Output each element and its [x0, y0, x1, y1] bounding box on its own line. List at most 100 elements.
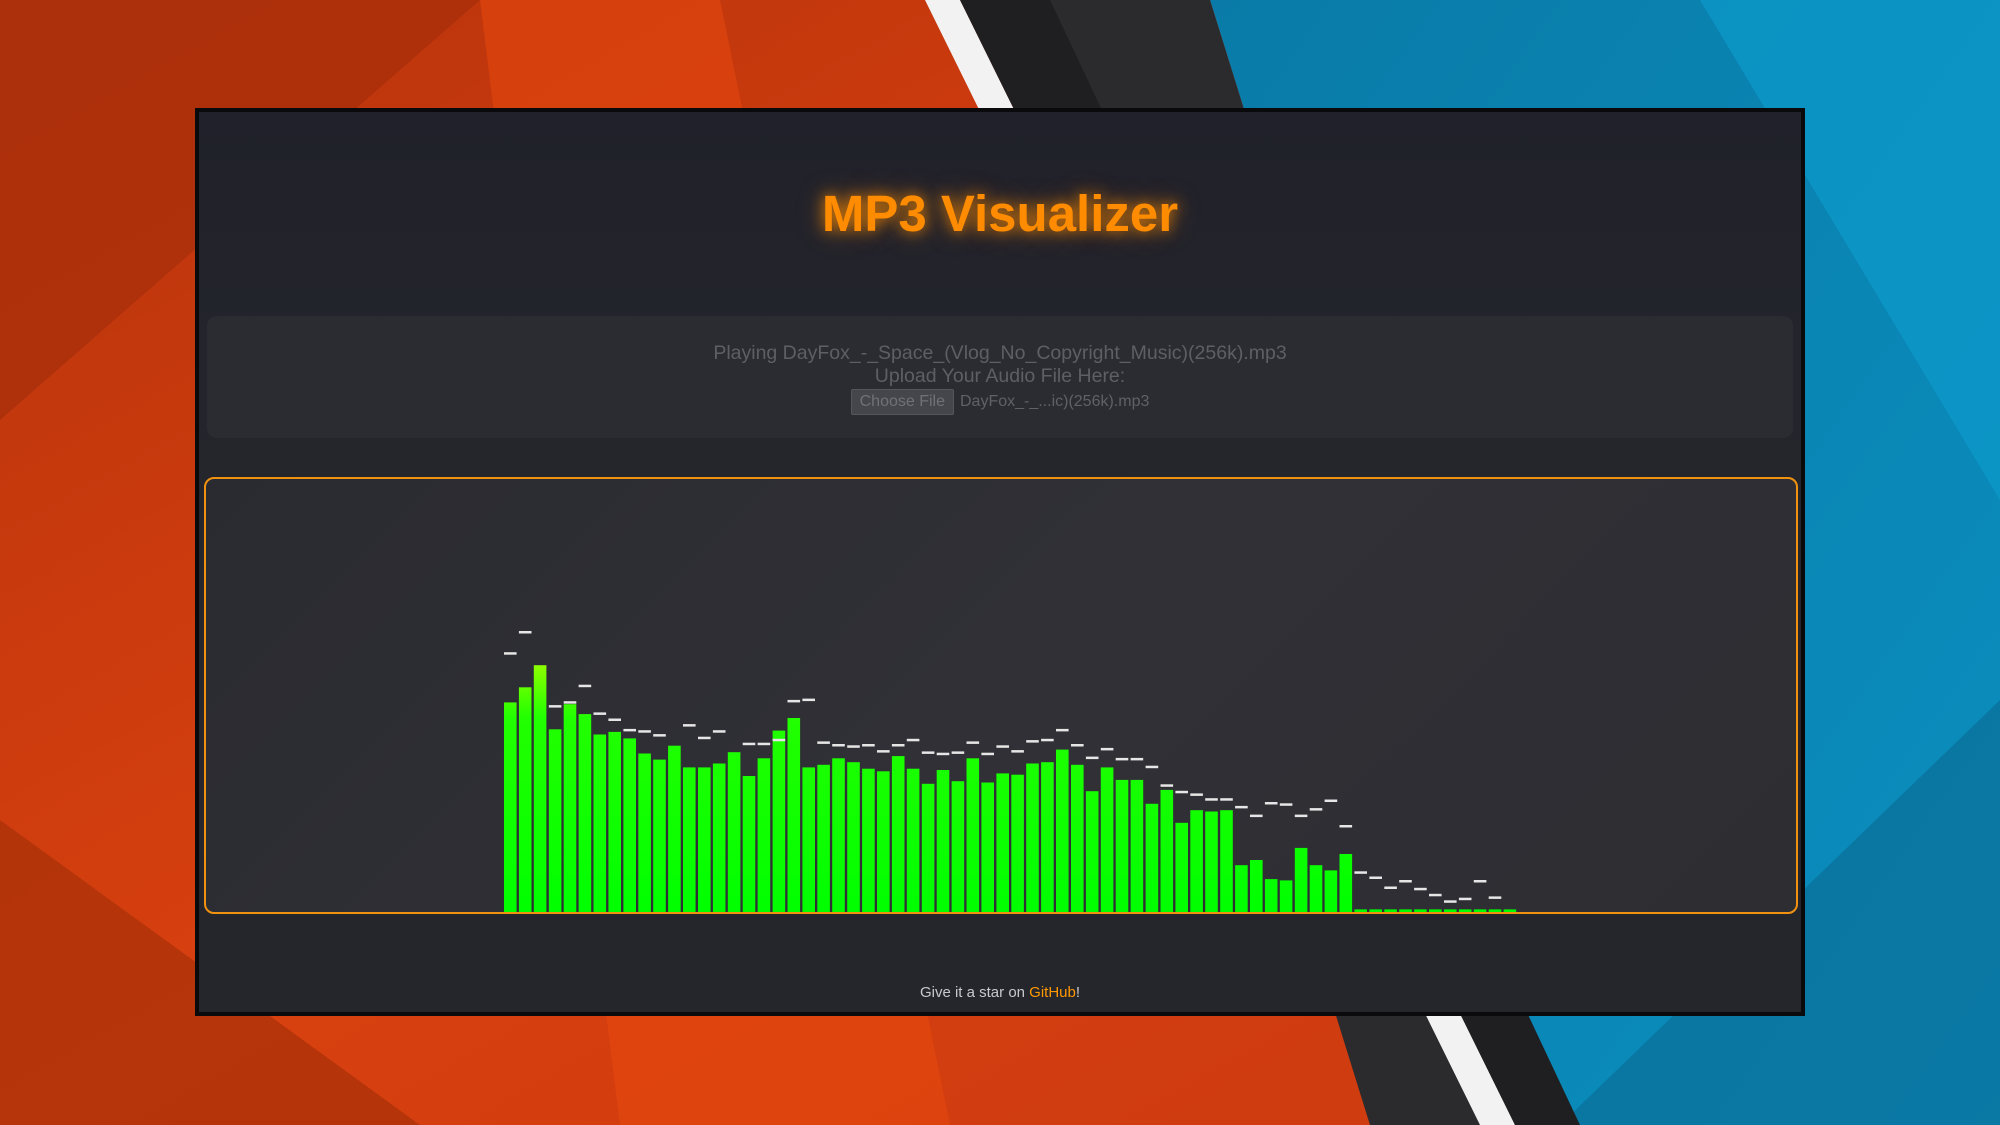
spectrum-peak-marker — [1369, 876, 1382, 879]
choose-file-button[interactable]: Choose File — [850, 389, 954, 415]
spectrum-peak-marker — [802, 698, 815, 702]
spectrum-peak-marker — [1190, 793, 1203, 796]
spectrum-bar — [906, 768, 920, 912]
app-title: MP3 Visualizer — [821, 185, 1179, 242]
spectrum-bar — [653, 759, 666, 912]
spectrum-peak-marker — [578, 684, 592, 688]
spectrum-bar — [1324, 870, 1338, 912]
github-link[interactable]: GitHub — [1029, 984, 1076, 1001]
spectrum-bar — [1294, 847, 1308, 912]
spectrum-peak-marker — [1444, 900, 1457, 903]
spectrum-bar — [847, 762, 860, 912]
selected-file-name: DayFox_-_...ic)(256k).mp3 — [959, 393, 1150, 410]
spectrum-peak-marker — [1175, 790, 1188, 794]
spectrum-peak-marker — [623, 728, 636, 732]
file-input[interactable]: Choose File DayFox_-_...ic)(256k).mp3 — [207, 389, 1793, 415]
spectrum-peak-marker — [1488, 896, 1502, 899]
spectrum-bar — [1130, 779, 1144, 912]
spectrum-peak-marker — [1473, 880, 1487, 883]
spectrum-bar — [817, 764, 830, 912]
spectrum-bar — [727, 752, 741, 912]
spectrum-bar — [623, 738, 636, 912]
spectrum-peak-marker — [1339, 825, 1353, 828]
spectrum-bar — [548, 729, 562, 912]
footer-suffix: ! — [1075, 984, 1081, 1001]
spectrum-bar — [772, 730, 786, 912]
spectrum-bar — [1085, 791, 1099, 912]
spectrum-peak-marker — [787, 699, 801, 703]
spectrum-peak-marker — [847, 745, 860, 748]
spectrum-peak-marker — [1160, 784, 1174, 787]
spectrum-bar — [1458, 909, 1472, 912]
spectrum-bar — [936, 770, 950, 912]
spectrum-peak-marker — [1384, 886, 1397, 889]
spectrum-peak-marker — [1011, 750, 1024, 753]
spectrum-peak-marker — [772, 738, 786, 742]
spectrum-peak-marker — [1250, 814, 1263, 818]
spectrum-bar — [1175, 822, 1188, 912]
spectrum-bar — [608, 731, 621, 912]
spectrum-peak-marker — [862, 744, 875, 747]
spectrum-peak-marker — [712, 730, 726, 733]
spectrum-peak-marker — [1205, 798, 1218, 801]
spectrum-bar — [1160, 789, 1174, 912]
spectrum-bar — [1145, 803, 1159, 912]
spectrum-peak-marker — [1041, 738, 1054, 742]
spectrum-peak-marker — [996, 745, 1009, 748]
spectrum-peak-marker — [906, 738, 920, 742]
spectrum-peak-marker — [936, 752, 950, 756]
spectrum-peak-marker — [638, 730, 651, 733]
spectrum-peak-marker — [504, 652, 517, 655]
spectrum-bar — [742, 776, 756, 912]
spectrum-bar — [1339, 854, 1353, 912]
spectrum-peak-marker — [832, 744, 845, 747]
upload-label: Upload Your Audio File Here: — [874, 365, 1126, 387]
spectrum-bar — [1444, 909, 1457, 912]
spectrum-peak-marker — [1429, 893, 1442, 897]
spectrum-bar — [1384, 909, 1397, 912]
spectrum-bars — [504, 631, 1517, 912]
spectrum-bar — [1414, 909, 1427, 912]
spectrum-bar — [981, 782, 994, 912]
spectrum-bar — [951, 781, 965, 912]
spectrum-bar — [1429, 909, 1442, 912]
spectrum-bar — [1503, 909, 1517, 912]
spectrum-bar — [1399, 909, 1412, 912]
spectrum-bar — [1115, 779, 1129, 912]
spectrum-peak-marker — [1235, 805, 1248, 809]
spectrum-bar — [802, 767, 815, 912]
visualizer-window: MP3 Visualizer Playing DayFox_-_Space_(V… — [195, 108, 1805, 1016]
spectrum-bar — [787, 718, 801, 912]
spectrum-bar — [504, 702, 517, 912]
spectrum-peak-marker — [1026, 740, 1039, 743]
spectrum-bar — [1220, 810, 1233, 912]
spectrum-peak-marker — [742, 742, 756, 746]
footer: Give it a star on GitHub! — [199, 984, 1801, 1001]
spectrum-peak-marker — [563, 701, 577, 704]
spectrum-bar — [1071, 764, 1084, 912]
spectrum-peak-marker — [1414, 887, 1427, 891]
spectrum-peak-marker — [1115, 757, 1129, 761]
spectrum-peak-marker — [1294, 814, 1308, 818]
spectrum-bar — [712, 763, 726, 912]
spectrum-bar — [698, 767, 711, 912]
spectrum-bar — [683, 767, 696, 912]
spectrum-peak-marker — [1220, 798, 1233, 801]
spectrum-bar-group — [504, 665, 1517, 912]
spectrum-bar — [1369, 909, 1382, 912]
spectrum-peak-marker — [891, 744, 905, 747]
now-playing-text: Playing DayFox_-_Space_(Vlog_No_Copyrigh… — [713, 342, 1287, 364]
spectrum-bar — [1235, 865, 1248, 912]
spectrum-peak-marker — [1354, 871, 1367, 874]
spectrum-bar — [862, 768, 875, 912]
spectrum-bar — [966, 758, 980, 912]
spectrum-peak-marker — [608, 718, 621, 721]
spectrum-bar — [1279, 880, 1293, 912]
visualizer-canvas — [204, 477, 1798, 914]
spectrum-peak-marker — [1100, 747, 1114, 751]
spectrum-peak-marker — [1279, 803, 1293, 806]
spectrum-peak-marker — [518, 631, 532, 634]
spectrum-peak-marker — [698, 736, 711, 740]
footer-prefix: Give it a star on — [919, 984, 1030, 1001]
spectrum-bar — [1011, 774, 1024, 912]
